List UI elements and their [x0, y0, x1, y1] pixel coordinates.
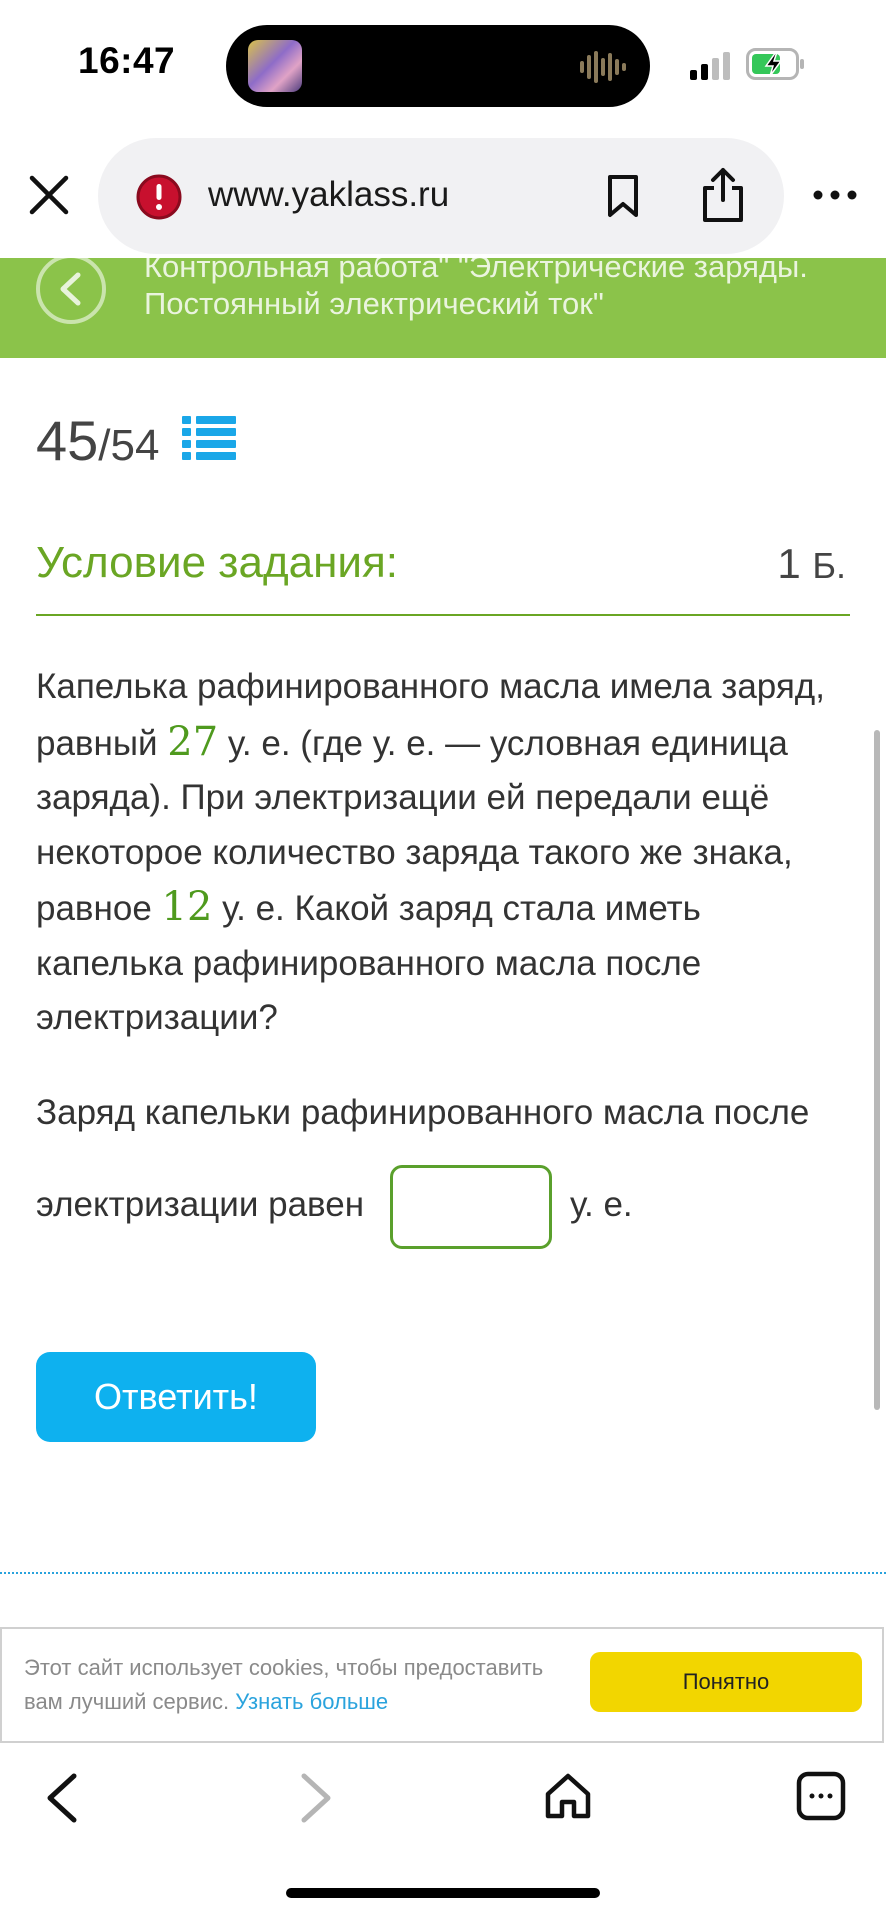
nav-forward-icon[interactable]	[294, 1770, 338, 1826]
back-chevron-icon	[60, 272, 81, 306]
cellular-signal-icon	[690, 52, 730, 80]
answer-prompt-line2: электризации равен	[36, 1185, 365, 1224]
question-progress: 45/54	[36, 408, 159, 473]
home-icon[interactable]	[542, 1770, 594, 1822]
section-divider	[0, 1572, 886, 1574]
page-title: Контрольная работа" "Электрические заряд…	[144, 249, 808, 321]
home-indicator[interactable]	[286, 1888, 600, 1898]
tabs-icon[interactable]	[796, 1771, 846, 1821]
url-text[interactable]: www.yaklass.ru	[208, 175, 449, 215]
share-icon[interactable]	[700, 166, 746, 224]
now-playing-artwork	[248, 40, 302, 92]
answer-input[interactable]	[390, 1165, 552, 1249]
progress-total: 54	[110, 421, 160, 470]
charge-value-1: 27	[167, 718, 219, 765]
task-points: 1 Б.	[777, 540, 846, 588]
submit-button[interactable]: Ответить!	[36, 1352, 316, 1442]
progress-current: 45	[36, 409, 99, 472]
close-icon[interactable]	[26, 172, 72, 218]
progress-separator: /	[98, 421, 111, 470]
answer-prompt-line1: Заряд капельки рафинированного масла пос…	[36, 1093, 810, 1132]
more-icon[interactable]	[812, 188, 858, 202]
points-unit: Б.	[812, 545, 846, 586]
warning-icon[interactable]	[134, 172, 184, 222]
nav-back-icon[interactable]	[40, 1770, 84, 1826]
charge-value-2: 12	[161, 884, 213, 930]
cookie-message: Этот сайт использует cookies, чтобы пред…	[24, 1651, 584, 1719]
bookmark-icon[interactable]	[604, 173, 642, 219]
status-time: 16:47	[78, 40, 176, 81]
audio-wave-icon	[580, 51, 626, 83]
heading-divider	[36, 614, 850, 616]
dynamic-island[interactable]	[226, 25, 650, 107]
scrollbar[interactable]	[874, 730, 880, 1410]
task-statement: Капелька рафинированного масла имела зар…	[36, 660, 856, 1046]
battery-charging-icon	[746, 48, 804, 80]
cookie-accept-button[interactable]: Понятно	[590, 1652, 862, 1712]
answer-unit: у. е.	[570, 1185, 633, 1224]
condition-heading: Условие задания:	[36, 538, 399, 587]
points-value: 1	[777, 540, 801, 587]
cookie-learn-more-link[interactable]: Узнать больше	[235, 1689, 388, 1714]
list-icon[interactable]	[182, 414, 236, 462]
